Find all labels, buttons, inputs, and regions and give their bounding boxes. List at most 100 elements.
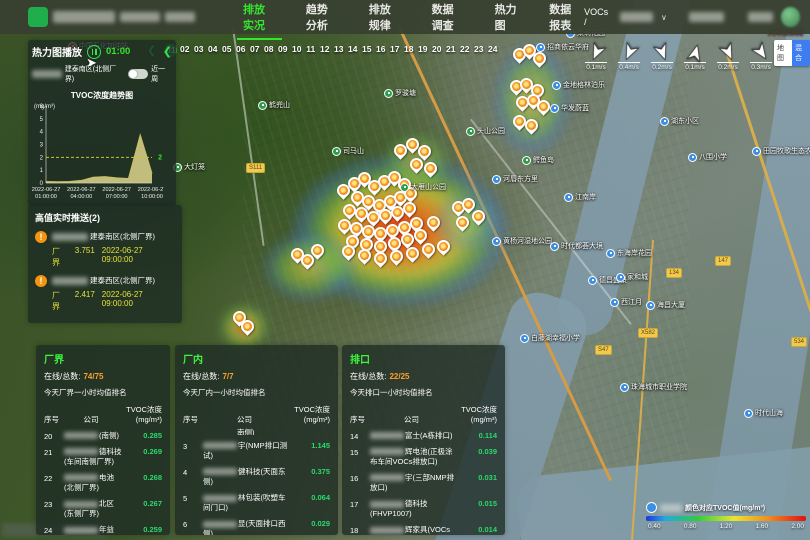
map-label: 罗骏塘 [384, 88, 416, 98]
map-label: 时代都荟大境 [550, 241, 603, 251]
boundary-ranking-panel: 厂界在线/总数:74/75今天厂界一小时均值排名序号公司TVOC浓度(mg/m³… [36, 345, 170, 535]
table-row[interactable]: 20(南侧)0.285 [44, 431, 162, 441]
map-label: 金地格林泊乐 [552, 80, 605, 90]
park-icon [400, 183, 409, 192]
map-label: 海昌大厦 [646, 300, 685, 310]
tab-趋势分析[interactable]: 趋势分析 [304, 0, 341, 42]
hour-04[interactable]: 04 [206, 44, 219, 57]
hour-18[interactable]: 18 [402, 44, 415, 57]
hour-09[interactable]: 09 [276, 44, 289, 57]
hour-24[interactable]: 24 [486, 44, 499, 57]
alert-item[interactable]: ! 建泰西区(北侧厂界) 厂界 2.417 2022-06-27 09:00:0… [35, 275, 175, 312]
park-icon [384, 89, 393, 98]
table-row[interactable]: 16宇(三部NMP排放口)0.031 [350, 473, 497, 493]
hour-10[interactable]: 10 [290, 44, 303, 57]
company-redacted [52, 277, 88, 285]
legend-gradient-bar [646, 516, 806, 521]
tab-数据报表[interactable]: 数据报表 [547, 0, 584, 42]
hour-23[interactable]: 23 [472, 44, 485, 57]
svg-text:2022-06-27: 2022-06-27 [67, 187, 96, 193]
hour-03[interactable]: 03 [192, 44, 205, 57]
poi-icon [752, 147, 761, 156]
range-toggle[interactable] [128, 69, 148, 79]
nav-right: VOCs / ∨ [584, 7, 800, 27]
table-row[interactable]: 14富士(A栋排口)0.114 [350, 431, 497, 441]
panel-subtitle: 今天厂界一小时均值排名 [44, 387, 162, 398]
hour-15[interactable]: 15 [360, 44, 373, 57]
hour-02[interactable]: 02 [178, 44, 191, 57]
poi-icon [646, 301, 655, 310]
alert-time: 2022-06-27 09:00:00 [102, 290, 175, 312]
company-redacted [52, 233, 88, 241]
hour-11[interactable]: 11 [304, 44, 317, 57]
table-row[interactable]: 15辉电池(正极涂布车间VOCs排放口)0.039 [350, 447, 497, 467]
hour-05[interactable]: 05 [220, 44, 233, 57]
svg-text:01:00:00: 01:00:00 [35, 194, 57, 200]
hour-14[interactable]: 14 [346, 44, 359, 57]
hour-17[interactable]: 17 [388, 44, 401, 57]
collapse-chevron-icon[interactable]: ❮ [163, 45, 172, 58]
legend-tick: 1.20 [720, 523, 733, 530]
table-row[interactable]: 6显(天面排口西侧)0.029 [183, 519, 330, 535]
table-row[interactable]: 22电池(北侧厂界)0.268 [44, 473, 162, 493]
svg-text:4: 4 [40, 130, 44, 136]
table-row[interactable]: 18辉家具(VOCs排放0.014 [350, 525, 497, 535]
road-number-badge: 534 [791, 337, 807, 347]
hour-22[interactable]: 22 [458, 44, 471, 57]
poi-icon [564, 193, 573, 202]
vocs-select-value-redacted[interactable] [620, 12, 653, 22]
tab-排放规律[interactable]: 排放规律 [367, 0, 404, 42]
table-row[interactable]: 24年益(制粒车间南侧)0.259 [44, 525, 162, 535]
hour-08[interactable]: 08 [262, 44, 275, 57]
wind-arrow-icon: 0.2m/s [650, 44, 674, 71]
hour-19[interactable]: 19 [416, 44, 429, 57]
table-row[interactable]: 17德科技(FHVP1007)0.015 [350, 499, 497, 519]
layer-map-button[interactable]: 地图 [774, 40, 792, 66]
scrolled-row-fragment: 南侧) [183, 427, 330, 435]
hour-06[interactable]: 06 [234, 44, 247, 57]
hour-21[interactable]: 21 [444, 44, 457, 57]
tab-排放实况[interactable]: 排放实况 [241, 0, 278, 42]
tab-热力图[interactable]: 热力图 [493, 0, 522, 42]
hour-07[interactable]: 07 [248, 44, 261, 57]
hour-12[interactable]: 12 [318, 44, 331, 57]
tab-数据调查[interactable]: 数据调查 [430, 0, 467, 42]
company-redacted [370, 474, 404, 481]
avatar[interactable] [781, 7, 800, 27]
hour-13[interactable]: 13 [332, 44, 345, 57]
map-label: 河唇东方里 [492, 174, 538, 184]
wind-indicators: 0.1m/s0.4m/s0.2m/s0.1m/s0.2m/s0.3m/s [584, 44, 773, 71]
hour-buttons: 0102030405060708091011121314151617181920… [164, 44, 499, 57]
map-label: 鹤兜山 [258, 100, 290, 110]
hour-20[interactable]: 20 [430, 44, 443, 57]
panel-title: 高值实时推送(2) [35, 211, 175, 224]
poi-icon [520, 334, 529, 343]
legend-title: 颜色对应TVOC值(mg/m³) [685, 503, 765, 513]
menu-item-redacted[interactable] [748, 12, 773, 22]
table-row[interactable]: 23北区(东侧厂界)0.267 [44, 499, 162, 519]
poi-icon [660, 117, 669, 126]
chevron-down-icon[interactable]: ∨ [661, 13, 667, 22]
table-row[interactable]: 5林包装(吹塑车间门口)0.064 [183, 493, 330, 513]
company-redacted [203, 468, 237, 475]
high-value-push-panel: 高值实时推送(2) ! 建泰南区(北侧厂界) 厂界 3.751 2022-06-… [28, 205, 182, 323]
svg-text:2022-06-27: 2022-06-27 [138, 187, 164, 193]
wind-arrow-icon: 0.1m/s [584, 44, 608, 71]
table-header: 序号公司TVOC浓度(mg/m³) [44, 405, 162, 425]
legend-tick: 0.40 [648, 523, 661, 530]
park-icon [258, 101, 267, 110]
map-label: 头山公园 [466, 126, 505, 136]
table-row[interactable]: 21德科技(车间南侧厂界)0.269 [44, 447, 162, 467]
logo-text-redacted [165, 12, 195, 22]
alert-value: 2.417 [75, 290, 95, 312]
alert-item[interactable]: ! 建泰南区(北侧厂界) 厂界 3.751 2022-06-27 09:00:0… [35, 231, 175, 268]
hour-16[interactable]: 16 [374, 44, 387, 57]
outlet-ranking-panel: 排口在线/总数:22/25今天排口一小时均值排名序号公司TVOC浓度(mg/m³… [342, 345, 505, 535]
road-number-badge: 134 [666, 268, 682, 278]
table-row[interactable]: 4健科技(天面东侧)0.375 [183, 467, 330, 487]
layer-mix-button[interactable]: 混合 [792, 40, 810, 66]
road-number-badge: 147 [715, 256, 731, 266]
logo-icon [28, 7, 48, 27]
table-row[interactable]: 3宇(NMP排口测试)1.145 [183, 441, 330, 461]
range-label: 近一周 [151, 64, 172, 84]
